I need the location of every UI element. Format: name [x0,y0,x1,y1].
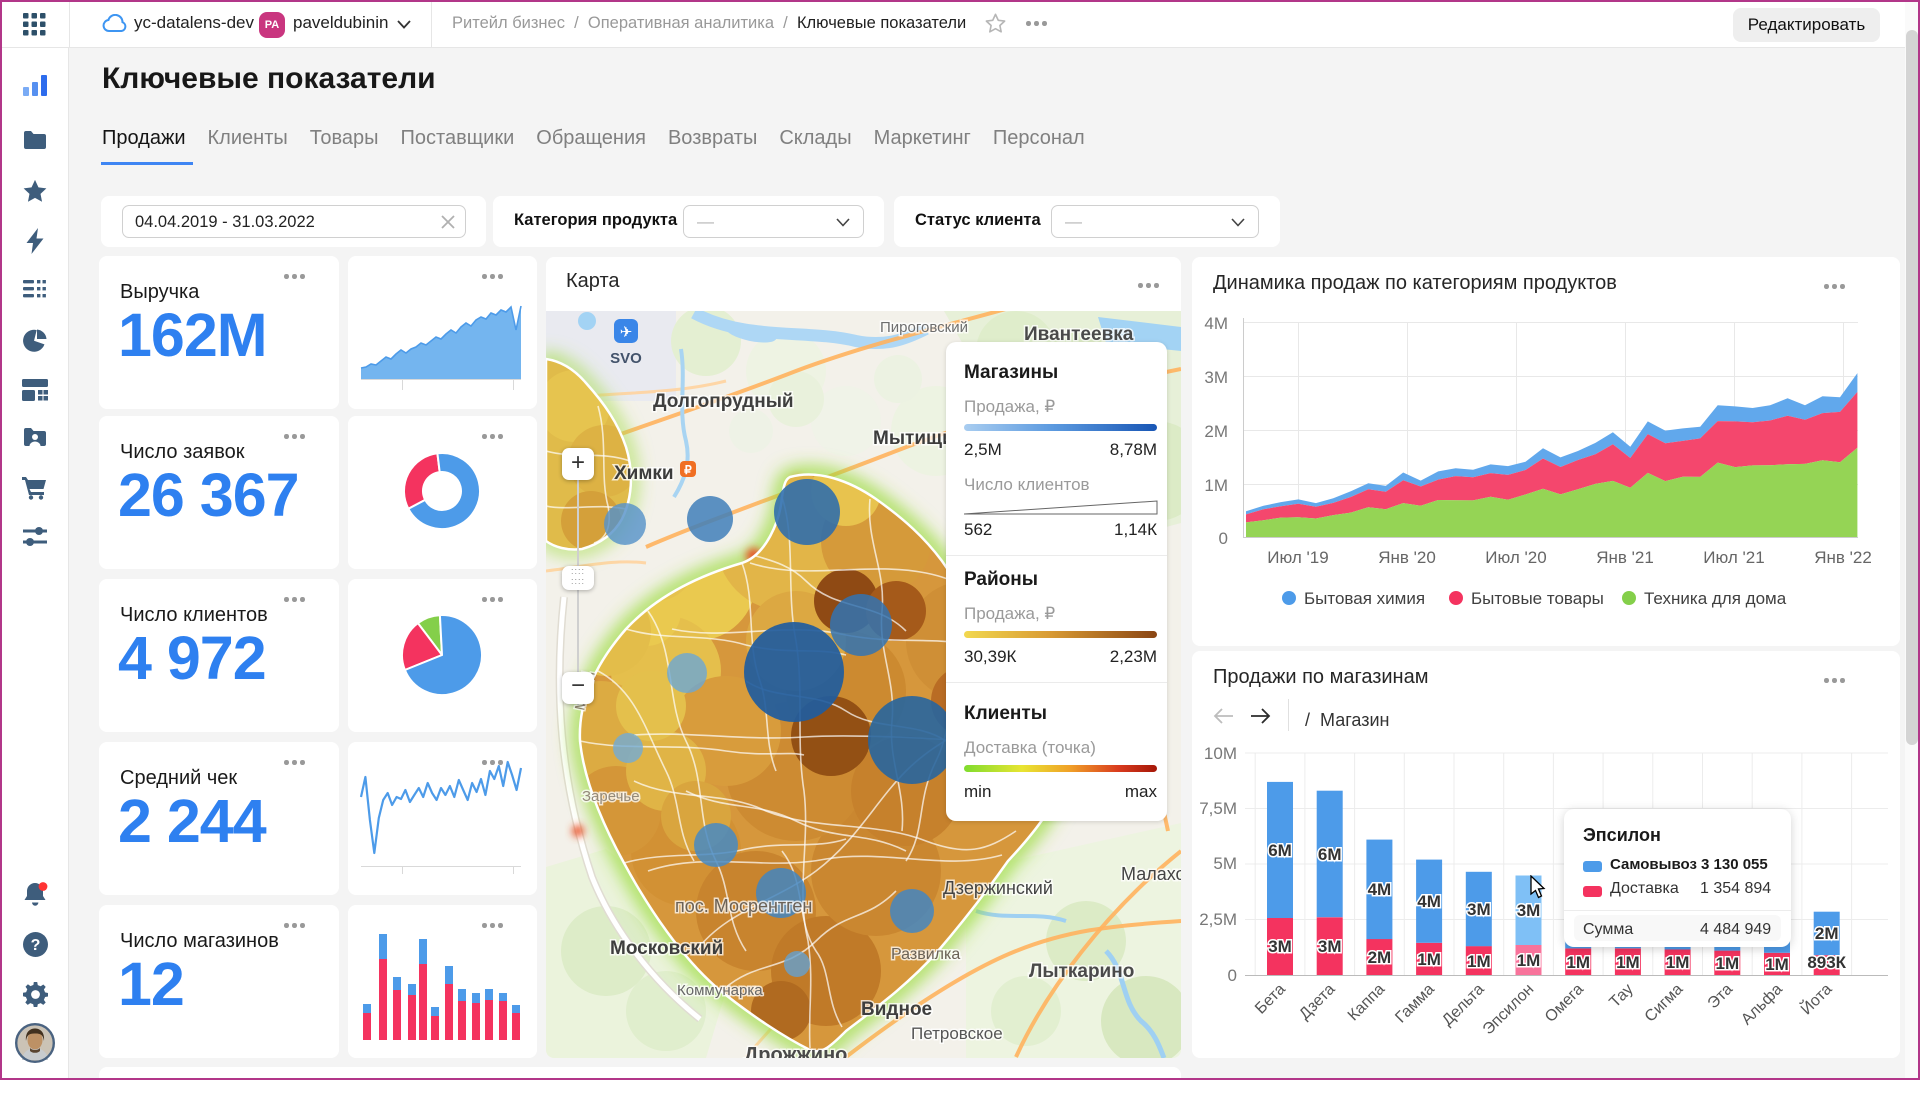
svg-text:SVO: SVO [610,350,642,367]
svg-text:6М: 6М [1318,845,1342,864]
svg-text:Бета: Бета [1252,981,1289,1018]
svg-text:3M: 3M [1204,368,1228,387]
svg-text:2,5M: 2,5M [1199,910,1237,929]
svg-text:Альфа: Альфа [1738,981,1786,1029]
svg-text:Пироговский: Пироговский [880,319,968,336]
svg-text:3М: 3М [1268,937,1292,956]
svg-text:Техника для дома: Техника для дома [1644,589,1787,608]
svg-text:Дрожжино: Дрожжино [744,1044,847,1058]
svg-text:✈: ✈ [620,324,633,341]
svg-text:2М: 2М [1368,948,1392,967]
svg-text:4M: 4M [1204,314,1228,333]
svg-text:?: ? [31,937,41,954]
svg-text:Заречье: Заречье [582,788,640,805]
svg-text:1М: 1М [1566,953,1590,972]
svg-text:Сигма: Сигма [1642,981,1687,1026]
svg-text:Долгопрудный: Долгопрудный [653,391,794,412]
svg-text:Эпсилон: Эпсилон [1480,981,1538,1039]
svg-text:Гамма: Гамма [1392,981,1438,1027]
svg-text:2М: 2М [1815,924,1839,943]
svg-text:3М: 3М [1467,900,1491,919]
svg-text:Лыткарино: Лыткарино [1029,961,1134,982]
svg-text:Бытовые товары: Бытовые товары [1471,589,1604,608]
svg-text:Июл '20: Июл '20 [1485,548,1546,567]
svg-text:Петровское: Петровское [911,1024,1003,1043]
svg-text:7,5M: 7,5M [1199,799,1237,818]
svg-text:Дзержинский: Дзержинский [943,878,1053,898]
svg-text:3М: 3М [1517,901,1541,920]
svg-text:Химки: Химки [614,463,674,484]
svg-text:Эта: Эта [1705,981,1737,1013]
svg-text:Дельта: Дельта [1439,981,1488,1030]
svg-text:Омега: Омега [1542,981,1587,1026]
svg-text:1M: 1M [1204,476,1228,495]
svg-text:0: 0 [1228,966,1237,985]
svg-text:1М: 1М [1417,950,1441,969]
svg-text:Коммунарка: Коммунарка [677,982,763,999]
svg-text:1М: 1М [1666,953,1690,972]
svg-text:Янв '21: Янв '21 [1596,548,1654,567]
svg-text:Развилка: Развилка [891,946,960,963]
svg-text:Каппа: Каппа [1345,981,1389,1025]
svg-text:3М: 3М [1318,937,1342,956]
svg-text:Июл '21: Июл '21 [1703,548,1764,567]
svg-text:Видное: Видное [861,999,932,1020]
svg-text:1М: 1М [1715,954,1739,973]
svg-text:₽: ₽ [684,463,692,477]
svg-text:пос. Мосрентген: пос. Мосрентген [675,896,812,916]
svg-text:1М: 1М [1765,955,1789,974]
svg-text:5M: 5M [1213,854,1237,873]
svg-text:Тау: Тау [1606,981,1636,1011]
svg-text:0: 0 [1219,529,1228,548]
svg-text:1М: 1М [1467,952,1491,971]
svg-text:2M: 2M [1204,422,1228,441]
svg-text:Дзета: Дзета [1296,981,1338,1023]
svg-text:10M: 10M [1204,744,1237,763]
svg-text:Янв '20: Янв '20 [1378,548,1436,567]
svg-text:Московский: Московский [610,938,723,959]
svg-text:Мытищи: Мытищи [873,428,954,449]
svg-text:4М: 4М [1368,880,1392,899]
svg-text:6М: 6М [1268,841,1292,860]
svg-text:Янв '22: Янв '22 [1814,548,1872,567]
svg-text:Йота: Йота [1797,979,1836,1018]
svg-text:893К: 893К [1807,953,1846,972]
svg-text:Бытовая химия: Бытовая химия [1304,589,1425,608]
svg-text:1М: 1М [1616,953,1640,972]
svg-text:Июл '19: Июл '19 [1267,548,1328,567]
svg-text:Малахов: Малахов [1121,864,1181,884]
svg-text:1М: 1М [1517,951,1541,970]
svg-text:4М: 4М [1417,892,1441,911]
